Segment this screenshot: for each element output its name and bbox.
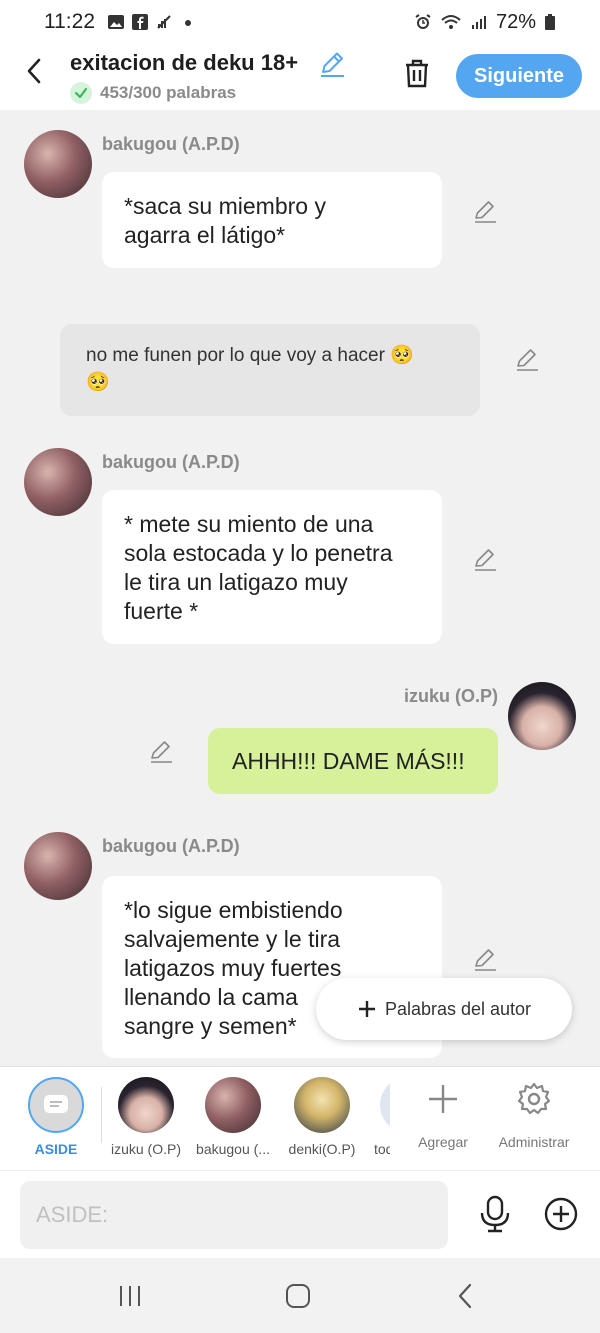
character-aside[interactable]: ASIDE	[11, 1077, 101, 1157]
alarm-icon	[415, 14, 431, 29]
message-line: salvajemente y le tira	[124, 926, 341, 952]
avatar-bakugou[interactable]	[24, 130, 92, 198]
add-circle-icon[interactable]	[543, 1196, 579, 1232]
message-line: fuerte *	[124, 598, 199, 624]
chat-bubble-icon	[44, 1095, 68, 1113]
plus-icon	[429, 1085, 457, 1113]
character-izuku[interactable]: izuku (O.P)	[101, 1077, 191, 1157]
edit-title-pencil-icon[interactable]	[318, 50, 346, 78]
edit-pencil-icon[interactable]	[472, 198, 498, 224]
narration-bubble[interactable]: no me funen por lo que voy a hacer 🥺 🥺	[60, 324, 480, 416]
character-label: bakugou (...	[196, 1141, 270, 1157]
character-tod[interactable]: tod	[360, 1077, 390, 1157]
edit-pencil-icon[interactable]	[472, 546, 498, 572]
status-time: 11:22	[44, 10, 95, 33]
message-bubble[interactable]: *saca su miembro y agarra el látigo*	[102, 172, 442, 268]
message-line: sola estocada y lo penetra	[124, 540, 393, 566]
edit-pencil-icon[interactable]	[514, 346, 540, 372]
chat-area[interactable]: bakugou (A.P.D) *saca su miembro y agarr…	[0, 110, 600, 1066]
status-bar: 11:22 72%	[0, 0, 600, 44]
gear-icon	[517, 1082, 551, 1115]
next-button[interactable]: Siguiente	[456, 54, 582, 98]
message-author: bakugou (A.P.D)	[102, 134, 240, 154]
avatar-izuku	[118, 1077, 174, 1133]
image-icon	[108, 15, 124, 29]
character-label: ASIDE	[34, 1141, 78, 1157]
dot-icon	[185, 20, 191, 26]
signal-icon	[471, 16, 486, 29]
system-nav-bar	[0, 1258, 600, 1333]
app-header: exitacion de deku 18+ 453/300 palabras S…	[0, 44, 600, 110]
manage-characters-button[interactable]: Administrar	[489, 1081, 579, 1150]
message-line: no me funen por lo que voy a hacer 🥺	[86, 345, 414, 366]
wifi-icon	[441, 15, 461, 29]
status-right: 72%	[414, 11, 556, 34]
message-author: bakugou (A.P.D)	[102, 452, 240, 472]
message-author: bakugou (A.P.D)	[102, 836, 240, 856]
avatar-bakugou	[205, 1077, 261, 1133]
message-line: le tira un latigazo muy	[124, 569, 348, 595]
aside-avatar	[28, 1077, 84, 1133]
word-count-label: 453/300 palabras	[100, 83, 237, 102]
message-bubble-own[interactable]: AHHH!!! DAME MÁS!!!	[208, 728, 498, 794]
message-input[interactable]	[20, 1181, 448, 1249]
message-bubble[interactable]: * mete su miento de una sola estocada y …	[102, 490, 442, 644]
back-nav-icon[interactable]	[452, 1282, 480, 1310]
input-bar	[0, 1170, 600, 1258]
author-words-button[interactable]: Palabras del autor	[316, 978, 572, 1040]
avatar-bakugou[interactable]	[24, 448, 92, 516]
microphone-icon[interactable]	[478, 1195, 512, 1233]
message-line: agarra el látigo*	[124, 222, 286, 248]
message-line: *saca su miembro y	[124, 193, 326, 219]
avatar-denki	[294, 1077, 350, 1133]
add-label: Agregar	[418, 1134, 468, 1150]
character-label: izuku (O.P)	[110, 1141, 181, 1157]
character-bakugou[interactable]: bakugou (...	[188, 1077, 278, 1157]
message-line: AHHH!!! DAME MÁS!!!	[232, 747, 465, 774]
recent-apps-icon[interactable]	[116, 1282, 144, 1310]
story-title: exitacion de deku 18+	[70, 50, 299, 75]
add-character-button[interactable]: Agregar	[398, 1081, 488, 1150]
character-denki[interactable]: denki(O.P)	[277, 1077, 367, 1157]
battery-icon	[545, 14, 555, 30]
battery-percent: 72%	[495, 10, 536, 33]
message-line: 🥺	[86, 372, 110, 393]
character-label: tod	[374, 1141, 390, 1157]
edit-pencil-icon[interactable]	[472, 946, 498, 972]
message-author: izuku (O.P)	[404, 686, 498, 706]
word-count: 453/300 palabras	[70, 82, 236, 104]
back-arrow-icon[interactable]	[20, 56, 50, 86]
edit-pencil-icon[interactable]	[148, 738, 174, 764]
character-bar: ASIDE izuku (O.P) bakugou (... denki(O.P…	[0, 1066, 600, 1170]
status-left-icons	[107, 13, 197, 31]
message-line: * mete su miento de una	[124, 511, 374, 537]
character-label: denki(O.P)	[288, 1141, 356, 1157]
avatar-tod	[380, 1077, 390, 1133]
mute-icon	[157, 15, 171, 29]
trash-icon[interactable]	[400, 56, 434, 90]
plus-icon	[358, 1001, 375, 1017]
facebook-icon	[132, 14, 148, 30]
avatar-bakugou[interactable]	[24, 832, 92, 900]
author-words-label: Palabras del autor	[384, 998, 532, 1019]
avatar-izuku[interactable]	[508, 682, 576, 750]
home-icon[interactable]	[284, 1282, 312, 1310]
checkmark-icon	[70, 82, 92, 104]
manage-label: Administrar	[498, 1134, 570, 1150]
message-line: *lo sigue embistiendo	[124, 897, 343, 923]
